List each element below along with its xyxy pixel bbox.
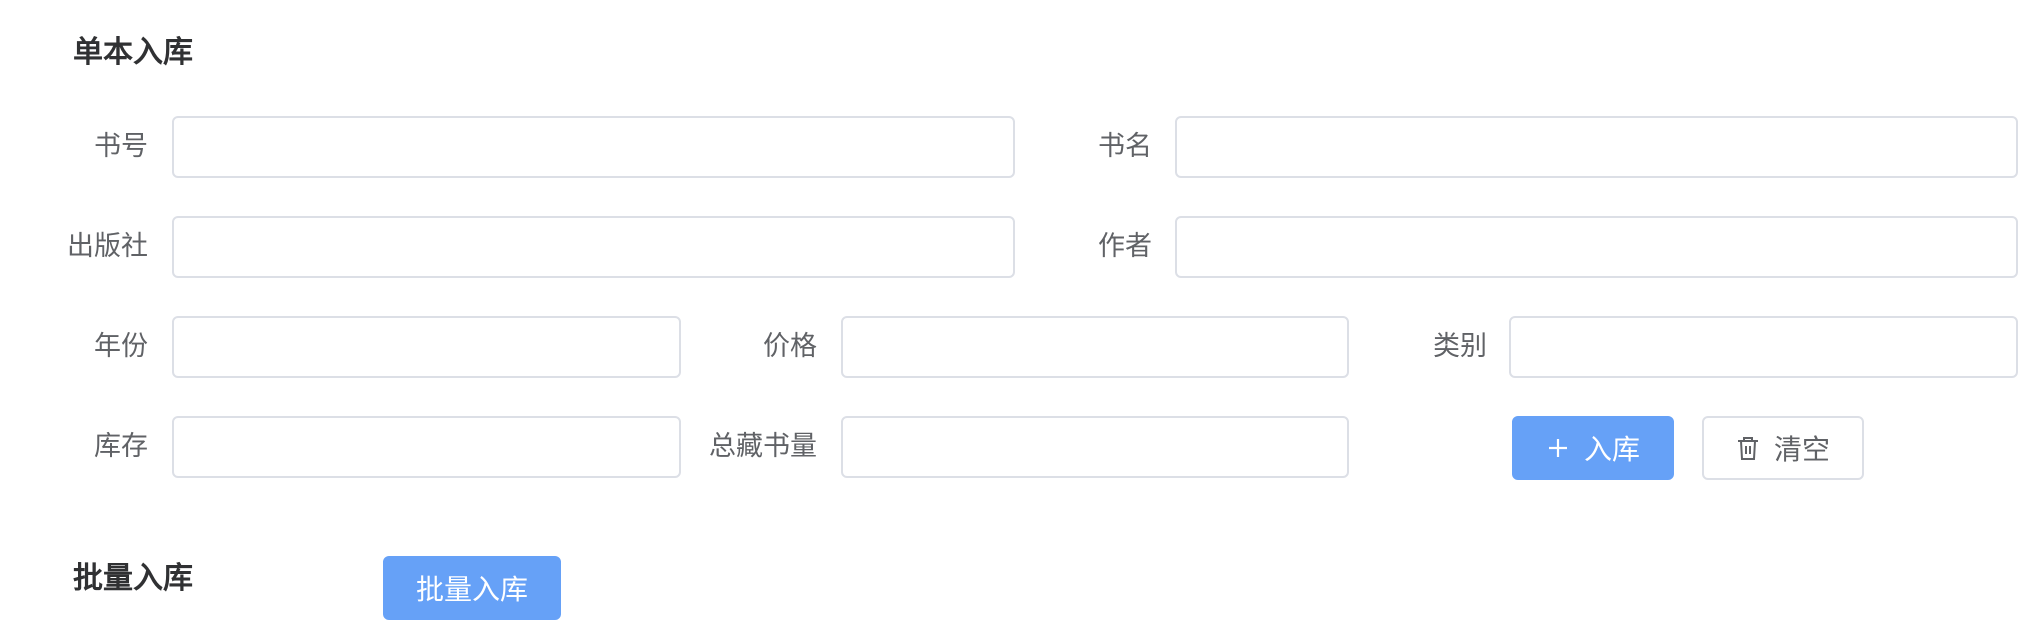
submit-button-label: 入库 <box>1583 433 1640 466</box>
category-input[interactable] <box>1509 316 2018 378</box>
publisher-label: 出版社 <box>67 231 148 262</box>
plus-icon <box>1546 436 1570 460</box>
book-name-label: 书名 <box>1098 131 1152 162</box>
clear-button[interactable]: 清空 <box>1702 416 1864 480</box>
category-label: 类别 <box>1433 331 1487 362</box>
total-input[interactable] <box>841 416 1349 478</box>
price-label: 价格 <box>763 331 817 362</box>
clear-button-label: 清空 <box>1773 433 1830 466</box>
stock-input[interactable] <box>172 416 681 478</box>
stock-label: 库存 <box>94 431 148 462</box>
year-label: 年份 <box>94 331 148 362</box>
price-input[interactable] <box>841 316 1349 378</box>
single-entry-title: 单本入库 <box>73 35 193 70</box>
batch-entry-title: 批量入库 <box>73 561 193 596</box>
book-id-input[interactable] <box>172 116 1015 178</box>
batch-entry-button-label: 批量入库 <box>415 573 528 606</box>
author-label: 作者 <box>1098 231 1152 262</box>
book-id-label: 书号 <box>94 131 148 162</box>
batch-entry-button[interactable]: 批量入库 <box>383 556 561 620</box>
trash-icon <box>1736 435 1760 461</box>
author-input[interactable] <box>1175 216 2018 278</box>
publisher-input[interactable] <box>172 216 1015 278</box>
total-label: 总藏书量 <box>709 431 817 462</box>
year-input[interactable] <box>172 316 681 378</box>
submit-button[interactable]: 入库 <box>1512 416 1674 480</box>
book-name-input[interactable] <box>1175 116 2018 178</box>
